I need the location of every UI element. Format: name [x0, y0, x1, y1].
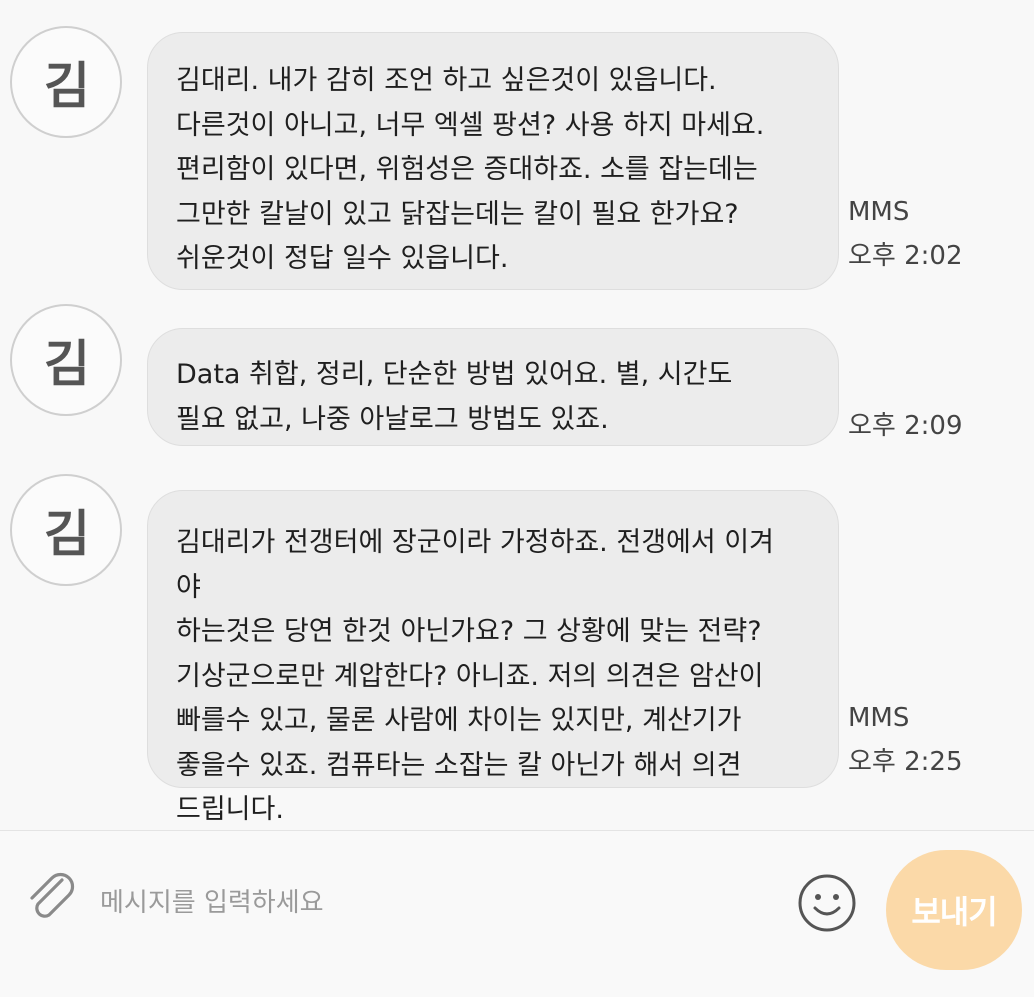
- avatar[interactable]: 김: [10, 474, 122, 586]
- message-bubble[interactable]: 김대리. 내가 감히 조언 하고 싶은것이 있읍니다. 다른것이 아니고, 너무…: [147, 32, 839, 290]
- avatar-initial: 김: [44, 505, 90, 563]
- message-meta: MMS 오후 2:25: [848, 696, 963, 784]
- message-time: 오후 2:02: [848, 241, 963, 271]
- avatar-initial: 김: [44, 57, 90, 115]
- paperclip-icon[interactable]: [22, 868, 82, 928]
- message-bubble[interactable]: 김대리가 전갱터에 장군이라 가정하죠. 전갱에서 이겨야 하는것은 당연 한것…: [147, 490, 839, 825]
- message-meta: 오후 2:09: [848, 404, 963, 448]
- message-time: 오후 2:25: [848, 747, 963, 777]
- avatar[interactable]: 김: [10, 304, 122, 416]
- send-button[interactable]: 보내기: [886, 850, 1022, 970]
- chat-thread: 김 김대리. 내가 감히 조언 하고 싶은것이 있읍니다. 다른것이 아니고, …: [0, 0, 1034, 830]
- message-type: MMS: [848, 703, 910, 733]
- message-time: 오후 2:09: [848, 411, 963, 441]
- avatar-initial: 김: [44, 335, 90, 393]
- avatar[interactable]: 김: [10, 26, 122, 138]
- message-meta: MMS 오후 2:02: [848, 190, 963, 278]
- message-type: MMS: [848, 197, 910, 227]
- message-bubble[interactable]: Data 취합, 정리, 단순한 방법 있어요. 별, 시간도 필요 없고, 나…: [147, 328, 839, 446]
- smiley-icon[interactable]: [796, 872, 858, 934]
- message-input[interactable]: [100, 878, 700, 928]
